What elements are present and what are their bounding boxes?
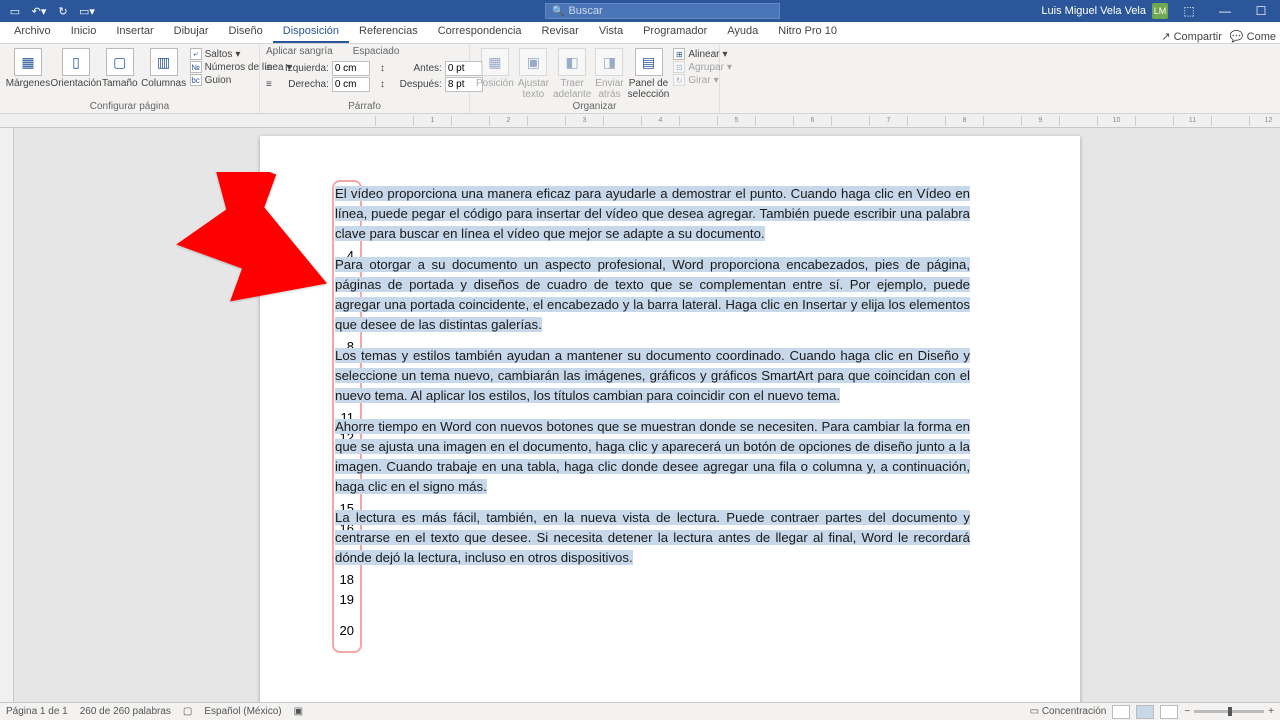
comments-button[interactable]: 💬 Come [1230, 30, 1276, 43]
share-button[interactable]: Compartir [1161, 30, 1222, 43]
view-read-icon[interactable] [1112, 705, 1130, 719]
paragraph[interactable]: Ahorre tiempo en Word con nuevos botones… [335, 417, 970, 497]
undo-icon[interactable]: ↶▾ [30, 2, 48, 20]
ribbon: ▦Márgenes ▯Orientación ▢Tamaño ▥Columnas… [0, 44, 1280, 114]
tab-programador[interactable]: Programador [633, 22, 717, 43]
view-web-icon[interactable] [1160, 705, 1178, 719]
status-bar: Página 1 de 1 260 de 260 palabras ▢ Espa… [0, 702, 1280, 720]
document-area: 12345678910111213141516 1234567891011121… [0, 114, 1280, 702]
ribbon-tabs: ArchivoInicioInsertarDibujarDiseñoDispos… [0, 22, 1280, 44]
indent-right-control[interactable]: ≡Derecha: [266, 77, 370, 92]
search-box[interactable]: 🔍 Buscar [545, 3, 780, 19]
send-backward-button: ◨Enviar atrás [595, 46, 623, 100]
tab-nitro pro 10[interactable]: Nitro Pro 10 [768, 22, 847, 43]
group-label-arrange: Organizar [476, 101, 713, 113]
horizontal-ruler[interactable]: 12345678910111213141516 [0, 114, 1280, 128]
title-bar: ▭ ↶▾ ↻ ▭▾ Documento1 - Word 🔍 Buscar Lui… [0, 0, 1280, 22]
wrap-text-button: ▣Ajustar texto [518, 46, 549, 100]
tab-correspondencia[interactable]: Correspondencia [428, 22, 532, 43]
tab-vista[interactable]: Vista [589, 22, 633, 43]
user-name[interactable]: Luis Miguel Vela Vela [1041, 5, 1146, 17]
tab-inicio[interactable]: Inicio [61, 22, 107, 43]
status-language[interactable]: Español (México) [204, 706, 281, 717]
qat-customize-icon[interactable]: ▭▾ [78, 2, 96, 20]
save-icon[interactable]: ▭ [6, 2, 24, 20]
tab-archivo[interactable]: Archivo [4, 22, 61, 43]
spacing-after-control[interactable]: ↕Después: [380, 77, 483, 92]
paragraph[interactable]: La lectura es más fácil, también, en la … [335, 508, 970, 568]
bring-forward-button: ◧Traer adelante [553, 46, 591, 100]
red-arrow-annotation [172, 172, 342, 315]
selection-pane-button[interactable]: ▤Panel de selección [628, 46, 670, 100]
position-button: ▦Posición [476, 46, 514, 89]
tab-ayuda[interactable]: Ayuda [717, 22, 768, 43]
tab-disposición[interactable]: Disposición [273, 22, 349, 43]
paragraph[interactable]: El vídeo proporciona una manera eficaz p… [335, 184, 970, 244]
size-button[interactable]: ▢Tamaño [102, 46, 138, 89]
focus-mode-button[interactable]: ▭ Concentración [1030, 706, 1107, 717]
columns-button[interactable]: ▥Columnas [142, 46, 186, 89]
view-print-icon[interactable] [1136, 705, 1154, 719]
group-button: ⊡Agrupar ▾ [673, 61, 732, 73]
indent-header: Aplicar sangría [266, 46, 333, 57]
line-number: 19 [336, 590, 358, 610]
group-label-page-setup: Configurar página [6, 101, 253, 113]
ribbon-display-icon[interactable]: ⬚ [1174, 0, 1204, 22]
page: 1234567891011121314151617181920 El vídeo… [260, 136, 1080, 702]
line-number: 20 [336, 621, 358, 641]
zoom-in-icon[interactable]: + [1268, 706, 1274, 717]
tab-diseño[interactable]: Diseño [219, 22, 273, 43]
paragraph[interactable]: Para otorgar a su documento un aspecto p… [335, 255, 970, 335]
group-label-paragraph: Párrafo [266, 101, 463, 113]
tab-insertar[interactable]: Insertar [106, 22, 163, 43]
status-macro-icon[interactable]: ▣ [294, 706, 303, 717]
status-word-count[interactable]: 260 de 260 palabras [80, 706, 171, 717]
minimize-icon[interactable]: — [1210, 0, 1240, 22]
spacing-header: Espaciado [353, 46, 400, 57]
search-icon: 🔍 [552, 6, 564, 17]
tab-dibujar[interactable]: Dibujar [164, 22, 219, 43]
user-avatar[interactable]: LM [1152, 3, 1168, 19]
vertical-ruler[interactable] [0, 128, 14, 702]
tab-referencias[interactable]: Referencias [349, 22, 428, 43]
page-content[interactable]: El vídeo proporciona una manera eficaz p… [335, 184, 970, 579]
indent-left-control[interactable]: ≡Izquierda: [266, 61, 370, 76]
margins-button[interactable]: ▦Márgenes [6, 46, 50, 89]
status-page[interactable]: Página 1 de 1 [6, 706, 68, 717]
status-spellcheck-icon[interactable]: ▢ [183, 706, 192, 717]
quick-access-toolbar: ▭ ↶▾ ↻ ▭▾ [0, 2, 102, 20]
zoom-out-icon[interactable]: − [1184, 706, 1190, 717]
maximize-icon[interactable]: ☐ [1246, 0, 1276, 22]
orientation-button[interactable]: ▯Orientación [54, 46, 98, 89]
align-button[interactable]: ⊞Alinear ▾ [673, 48, 732, 60]
tab-revisar[interactable]: Revisar [532, 22, 589, 43]
spacing-before-control[interactable]: ↕Antes: [380, 61, 483, 76]
paragraph[interactable]: Los temas y estilos también ayudan a man… [335, 346, 970, 406]
redo-icon[interactable]: ↻ [54, 2, 72, 20]
zoom-slider[interactable]: − + [1184, 706, 1274, 717]
search-placeholder: Buscar [568, 5, 602, 17]
rotate-button: ↻Girar ▾ [673, 74, 732, 86]
